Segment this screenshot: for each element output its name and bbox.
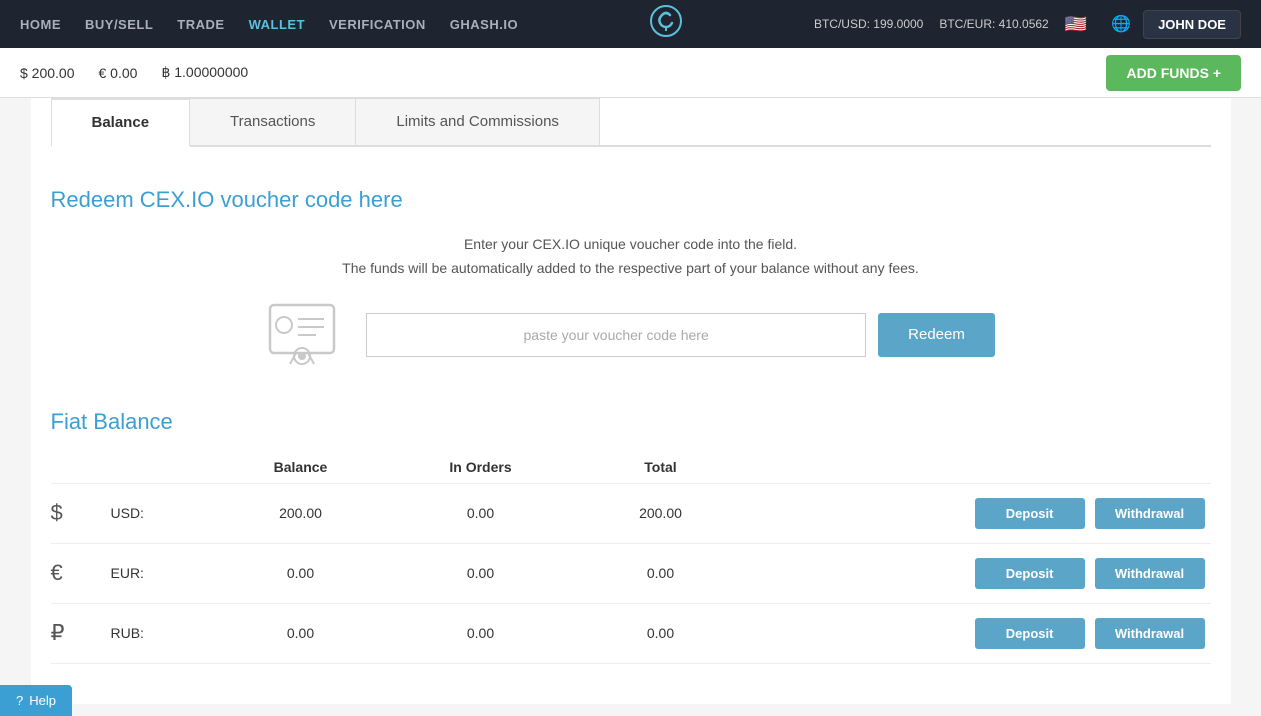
usd-balance: $ 200.00: [20, 65, 75, 81]
tabs: Balance Transactions Limits and Commissi…: [51, 98, 1211, 147]
deposit-button[interactable]: Deposit: [975, 618, 1085, 649]
voucher-desc-line1: Enter your CEX.IO unique voucher code in…: [51, 233, 1211, 257]
navbar: HOME BUY/SELL TRADE WALLET VERIFICATION …: [0, 0, 1261, 48]
flag-icon[interactable]: 🇺🇸: [1065, 14, 1087, 35]
balance-cell: 0.00: [211, 603, 391, 663]
balance-cell: 0.00: [211, 543, 391, 603]
voucher-form: Redeem: [51, 301, 1211, 369]
col-balance: Balance: [211, 451, 391, 484]
nav-icons: 🌐 JOHN DOE: [1111, 10, 1241, 39]
nav-home[interactable]: HOME: [20, 17, 61, 32]
currency-icon-cell: $: [51, 483, 111, 543]
nav-wallet[interactable]: WALLET: [249, 17, 305, 32]
redeem-button[interactable]: Redeem: [878, 313, 995, 357]
in-orders-cell: 0.00: [391, 483, 571, 543]
currency-label-cell: USD:: [111, 483, 211, 543]
nav-verification[interactable]: VERIFICATION: [329, 17, 426, 32]
fiat-table-row: ₽ RUB: 0.00 0.00 0.00 Deposit Withdrawal: [51, 603, 1211, 663]
action-buttons-cell: Deposit Withdrawal: [751, 483, 1211, 543]
logo: [650, 5, 682, 44]
total-cell: 0.00: [571, 603, 751, 663]
withdrawal-button[interactable]: Withdrawal: [1095, 618, 1205, 649]
btc-balance: ฿ 1.00000000: [161, 64, 248, 81]
withdrawal-button[interactable]: Withdrawal: [1095, 498, 1205, 529]
add-funds-button[interactable]: ADD FUNDS +: [1106, 55, 1241, 91]
fiat-table-row: $ USD: 200.00 0.00 200.00 Deposit Withdr…: [51, 483, 1211, 543]
currency-symbol: $: [51, 500, 63, 525]
nav-prices: BTC/USD: 199.0000 BTC/EUR: 410.0562 🇺🇸: [814, 14, 1087, 35]
user-menu-button[interactable]: JOHN DOE: [1143, 10, 1241, 39]
help-label: Help: [29, 693, 56, 708]
action-buttons-cell: Deposit Withdrawal: [751, 543, 1211, 603]
nav-buysell[interactable]: BUY/SELL: [85, 17, 153, 32]
voucher-desc-line2: The funds will be automatically added to…: [51, 257, 1211, 281]
fiat-table-header: Balance In Orders Total: [51, 451, 1211, 484]
total-cell: 200.00: [571, 483, 751, 543]
tab-balance[interactable]: Balance: [51, 98, 191, 147]
withdrawal-button[interactable]: Withdrawal: [1095, 558, 1205, 589]
certificate-icon: [266, 301, 346, 369]
in-orders-cell: 0.00: [391, 603, 571, 663]
deposit-button[interactable]: Deposit: [975, 498, 1085, 529]
main-content: Balance Transactions Limits and Commissi…: [31, 98, 1231, 704]
currency-icon-cell: ₽: [51, 603, 111, 663]
voucher-title: Redeem CEX.IO voucher code here: [51, 187, 1211, 213]
help-button[interactable]: ? Help: [0, 685, 72, 716]
currency-icon-cell: €: [51, 543, 111, 603]
col-actions: [751, 451, 1211, 484]
tab-limits[interactable]: Limits and Commissions: [355, 98, 600, 145]
col-total: Total: [571, 451, 751, 484]
btceur-price: BTC/EUR: 410.0562: [939, 17, 1048, 31]
eur-balance: € 0.00: [99, 65, 138, 81]
currency-label-cell: RUB:: [111, 603, 211, 663]
btcusd-price: BTC/USD: 199.0000: [814, 17, 923, 31]
nav-trade[interactable]: TRADE: [177, 17, 224, 32]
voucher-input[interactable]: [366, 313, 866, 357]
balance-bar: $ 200.00 € 0.00 ฿ 1.00000000 ADD FUNDS +: [0, 48, 1261, 98]
voucher-description: Enter your CEX.IO unique voucher code in…: [51, 233, 1211, 281]
currency-label-cell: EUR:: [111, 543, 211, 603]
col-in-orders: In Orders: [391, 451, 571, 484]
nav-ghash[interactable]: GHASH.IO: [450, 17, 518, 32]
voucher-section: Redeem CEX.IO voucher code here Enter yo…: [51, 177, 1211, 399]
col-icon: [51, 451, 111, 484]
fiat-table-row: € EUR: 0.00 0.00 0.00 Deposit Withdrawal: [51, 543, 1211, 603]
fiat-title: Fiat Balance: [51, 409, 1211, 435]
tab-transactions[interactable]: Transactions: [189, 98, 356, 145]
currency-symbol: €: [51, 560, 63, 585]
total-cell: 0.00: [571, 543, 751, 603]
fiat-table: Balance In Orders Total $ USD: 200.00 0.…: [51, 451, 1211, 664]
balance-cell: 200.00: [211, 483, 391, 543]
currency-symbol: ₽: [51, 620, 65, 645]
help-icon: ?: [16, 693, 23, 708]
globe-icon[interactable]: 🌐: [1111, 14, 1131, 34]
in-orders-cell: 0.00: [391, 543, 571, 603]
action-buttons-cell: Deposit Withdrawal: [751, 603, 1211, 663]
col-currency: [111, 451, 211, 484]
deposit-button[interactable]: Deposit: [975, 558, 1085, 589]
fiat-section: Fiat Balance Balance In Orders Total $ U…: [51, 409, 1211, 664]
